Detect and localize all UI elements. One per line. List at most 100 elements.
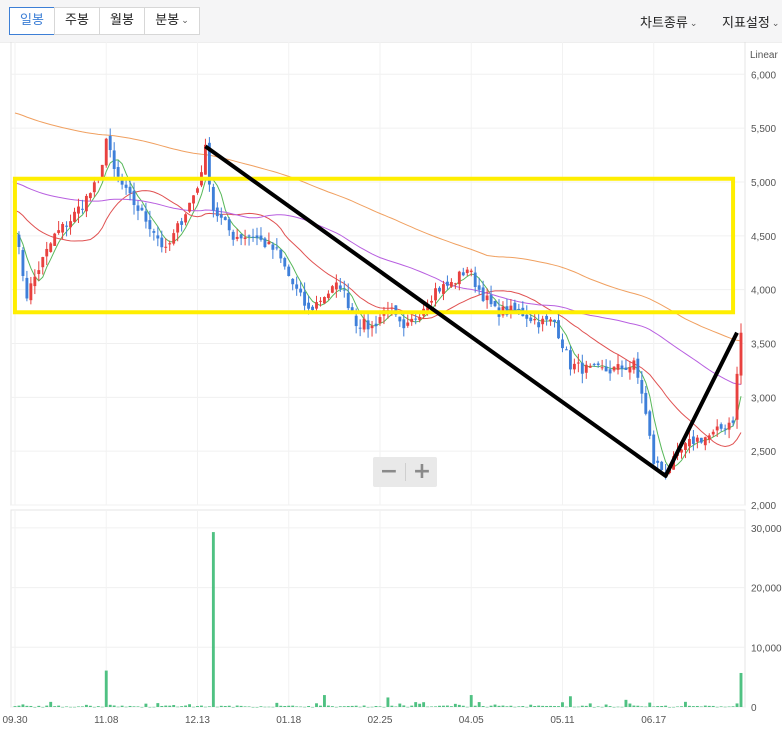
candle-body xyxy=(29,283,33,301)
volume-bar xyxy=(509,705,513,707)
volume-bar xyxy=(192,706,195,708)
volume-bar xyxy=(307,705,311,707)
volume-bar xyxy=(684,701,687,707)
period-tab-daily[interactable]: 일봉 xyxy=(9,7,55,35)
volume-bar xyxy=(73,706,76,708)
candle-body xyxy=(144,211,148,222)
candle-body xyxy=(283,258,287,267)
volume-tick-label: 30,000, xyxy=(751,524,782,535)
volume-bar xyxy=(568,696,572,707)
candle-body xyxy=(160,237,164,248)
candle-body xyxy=(533,319,537,321)
candle-body xyxy=(330,286,334,293)
indicator-settings-label: 지표설정 xyxy=(722,16,770,31)
zoom-in-button[interactable]: + xyxy=(406,457,438,487)
candle-body xyxy=(65,225,69,227)
volume-bar xyxy=(354,705,358,707)
volume-bar xyxy=(572,706,576,708)
volume-bar xyxy=(295,706,299,707)
candle xyxy=(263,236,267,249)
candle-body xyxy=(565,349,568,351)
stock-price-chart[interactable]: 6,000 5,500 5,000 4,500 4,000 3,500 3,000 2,500… xyxy=(0,42,782,733)
candle-body xyxy=(481,287,485,301)
volume-bar xyxy=(592,706,596,708)
candle-body xyxy=(326,293,330,298)
candle-body xyxy=(49,243,53,252)
candle-body xyxy=(485,295,489,301)
period-tab-minute-label: 분봉 xyxy=(155,13,180,28)
volume-bar xyxy=(231,706,235,708)
volume-bar xyxy=(92,706,96,708)
volume-bar xyxy=(453,703,457,707)
volume-bar xyxy=(108,704,112,707)
period-tab-minute[interactable]: 분봉 ⌄ xyxy=(144,7,200,35)
zoom-out-button[interactable]: − xyxy=(373,457,405,487)
candle-body xyxy=(731,420,735,423)
candle-body xyxy=(735,373,739,420)
volume-bar xyxy=(497,705,501,707)
candle-body xyxy=(92,182,96,193)
candle-body xyxy=(513,302,517,311)
candle-body xyxy=(374,323,378,327)
candle-body xyxy=(489,295,493,305)
volume-bar xyxy=(303,706,307,708)
candle-body xyxy=(628,367,632,373)
indicator-settings-dropdown[interactable]: 지표설정 ⌄ xyxy=(722,12,779,31)
candle-body xyxy=(219,214,223,218)
candle-body xyxy=(695,437,699,442)
candle-body xyxy=(684,443,687,451)
volume-bar xyxy=(481,706,485,707)
period-tab-weekly[interactable]: 주봉 xyxy=(54,7,100,35)
candle-body xyxy=(152,231,156,233)
volume-bar xyxy=(513,706,517,708)
volume-bar xyxy=(219,705,223,707)
volume-tick-label: 0 xyxy=(751,703,757,714)
volume-bar xyxy=(160,705,164,707)
volume-bar xyxy=(180,706,184,707)
volume-bar xyxy=(311,706,314,708)
volume-bar xyxy=(390,705,394,707)
candle-body xyxy=(176,223,180,233)
volume-bar xyxy=(457,704,461,707)
candle-body xyxy=(235,236,239,239)
price-tick-label: 2,000 xyxy=(751,501,776,512)
volume-bar xyxy=(402,705,406,707)
volume-bar xyxy=(672,706,675,708)
volume-bar xyxy=(414,702,418,707)
volume-bar xyxy=(596,706,600,707)
candle-body xyxy=(45,248,49,257)
volume-bar xyxy=(358,706,362,708)
candle-body xyxy=(517,308,521,310)
volume-bar xyxy=(271,706,275,708)
candle-body xyxy=(584,364,588,373)
volume-bar xyxy=(77,706,80,707)
candle-body xyxy=(537,322,541,328)
volume-bar xyxy=(96,706,100,707)
volume-bar xyxy=(723,706,727,708)
volume-bar xyxy=(29,705,33,707)
candle-body xyxy=(457,271,461,285)
volume-bar xyxy=(561,702,564,707)
volume-bar xyxy=(695,705,699,707)
candle-body xyxy=(223,217,227,221)
chart-type-dropdown[interactable]: 차트종류 ⌄ xyxy=(640,12,697,31)
volume-bar xyxy=(632,705,636,707)
time-tick-label: 09.30 xyxy=(2,715,27,726)
candle xyxy=(188,202,191,213)
period-tab-monthly[interactable]: 월봉 xyxy=(99,7,145,35)
candle-body xyxy=(315,302,318,309)
volume-bar xyxy=(315,703,318,707)
candle-body xyxy=(469,270,473,273)
candle-body xyxy=(188,202,191,212)
volume-bar xyxy=(116,706,120,708)
candle-body xyxy=(608,369,612,374)
candle-body xyxy=(69,221,72,228)
candle-body xyxy=(299,288,303,293)
volume-bar xyxy=(533,706,537,707)
candle-body xyxy=(168,243,172,245)
volume-bar xyxy=(465,706,469,708)
candle-body xyxy=(116,167,120,177)
volume-bar xyxy=(37,705,41,707)
volume-bar xyxy=(247,706,251,707)
volume-bar xyxy=(156,703,160,707)
